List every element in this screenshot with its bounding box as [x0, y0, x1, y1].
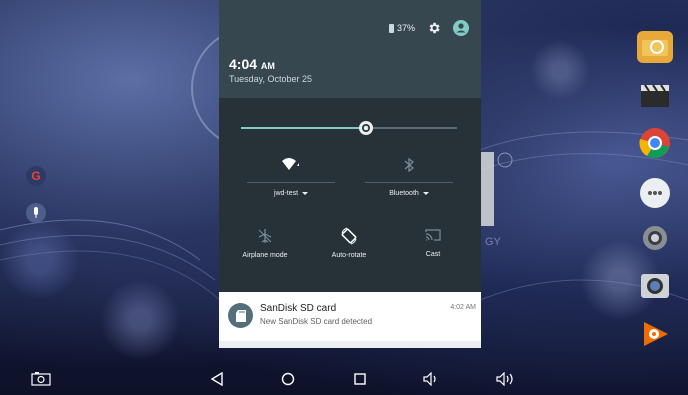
clock-time: 4:04 — [229, 56, 258, 72]
status-row: 37% — [388, 20, 469, 36]
brightness-fill — [241, 127, 367, 129]
tile-wifi[interactable] — [247, 157, 335, 173]
user-icon[interactable] — [453, 20, 469, 36]
home-icon[interactable] — [277, 368, 299, 390]
email-app-icon[interactable] — [637, 31, 673, 63]
battery-indicator: 37% — [388, 23, 415, 33]
chrome-icon[interactable] — [637, 127, 673, 159]
wifi-dropdown[interactable]: jwd-test — [247, 190, 335, 197]
tile-bluetooth[interactable] — [365, 157, 453, 173]
video-app-icon[interactable] — [637, 80, 673, 112]
notification-title: SanDisk SD card — [260, 303, 337, 314]
cast-icon — [425, 229, 441, 241]
airplane-label: Airplane mode — [242, 252, 288, 259]
volume-down-icon[interactable] — [421, 368, 443, 390]
tile-airplane-mode[interactable]: Airplane mode — [237, 228, 293, 259]
brightness-icon[interactable] — [357, 119, 375, 137]
volume-up-icon[interactable] — [495, 368, 517, 390]
battery-percent: 37% — [396, 23, 415, 33]
date-label[interactable]: Tuesday, October 25 — [229, 74, 312, 84]
google-icon[interactable]: G — [26, 166, 46, 186]
bluetooth-dropdown[interactable]: Bluetooth — [365, 190, 453, 197]
settings-app-icon[interactable] — [637, 222, 673, 254]
app-drawer-icon[interactable] — [637, 177, 673, 209]
clock[interactable]: 4:04 AM — [229, 56, 275, 72]
play-music-icon[interactable] — [637, 318, 673, 350]
screenshot-icon[interactable] — [28, 368, 54, 390]
notification-card[interactable]: SanDisk SD card New SanDisk SD card dete… — [219, 292, 481, 341]
clock-ampm: AM — [260, 61, 275, 71]
tile-auto-rotate[interactable]: Auto-rotate — [321, 227, 377, 259]
chevron-down-icon — [422, 192, 429, 195]
auto-rotate-label: Auto-rotate — [331, 252, 367, 259]
chevron-down-icon — [302, 192, 309, 195]
airplane-icon — [258, 229, 272, 243]
tile-cast[interactable]: Cast — [405, 228, 461, 258]
back-icon[interactable] — [206, 368, 228, 390]
settings-icon[interactable] — [427, 21, 441, 35]
brightness-slider[interactable] — [241, 121, 457, 135]
wifi-icon — [282, 158, 299, 170]
bluetooth-label: Bluetooth — [389, 190, 419, 197]
notification-footer — [219, 341, 481, 348]
svg-text:GY: GY — [485, 236, 502, 248]
wifi-label: jwd-test — [273, 190, 299, 197]
shade-header: 37% 4:04 AM Tuesday, October 25 — [219, 0, 481, 98]
camera-app-icon[interactable] — [637, 270, 673, 302]
notification-time: 4:02 AM — [450, 304, 476, 311]
sd-card-icon — [228, 303, 253, 328]
microphone-icon[interactable] — [26, 203, 46, 223]
notification-text: New SanDisk SD card detected — [260, 317, 373, 326]
bluetooth-divider — [365, 182, 453, 183]
battery-icon — [388, 23, 394, 33]
wifi-divider — [247, 182, 335, 183]
recents-icon[interactable] — [349, 368, 371, 390]
bluetooth-icon — [404, 157, 414, 173]
auto-rotate-icon — [341, 227, 357, 245]
cast-label: Cast — [425, 251, 441, 258]
